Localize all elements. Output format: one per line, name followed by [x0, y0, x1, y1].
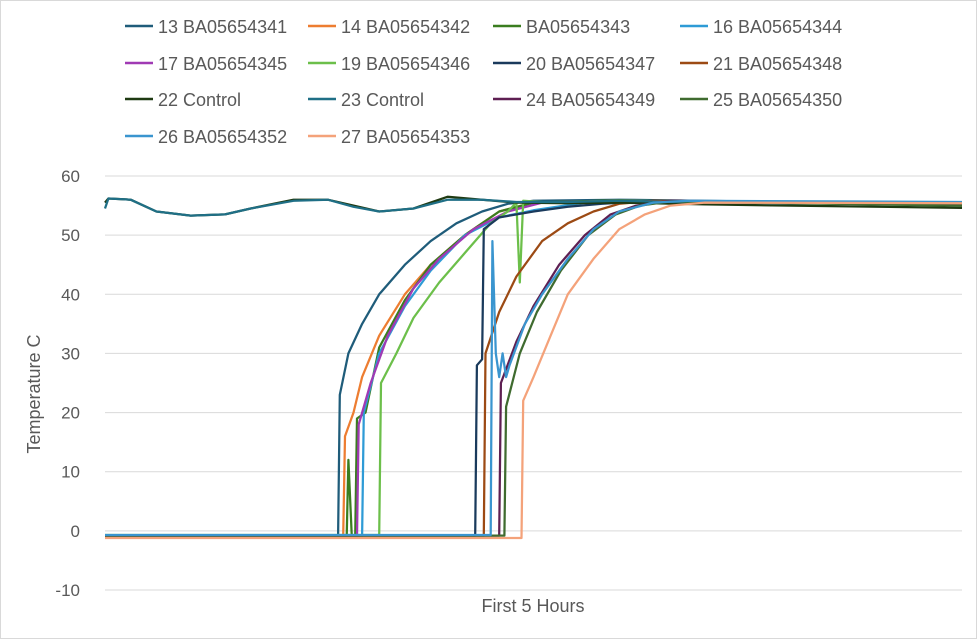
legend-label: 24 BA05654349 [526, 90, 655, 110]
legend-label: 22 Control [158, 90, 241, 110]
y-tick-label: 20 [61, 404, 80, 423]
y-tick-label: 60 [61, 167, 80, 186]
y-axis-label: Temperature C [24, 334, 44, 453]
series-line [105, 199, 963, 537]
legend-item: 16 BA05654344 [680, 17, 842, 37]
legend-item: 25 BA05654350 [680, 90, 842, 110]
legend-item: BA05654343 [493, 17, 630, 37]
series-line [105, 199, 963, 537]
y-tick-label: 40 [61, 285, 80, 304]
legend-item: 19 BA05654346 [308, 54, 470, 74]
x-axis-label: First 5 Hours [481, 596, 584, 616]
series-line [105, 199, 963, 538]
legend-label: 19 BA05654346 [341, 54, 470, 74]
y-tick-label: 30 [61, 344, 80, 363]
legend-item: 24 BA05654349 [493, 90, 655, 110]
y-tick-label: -10 [55, 581, 80, 600]
legend-item: 20 BA05654347 [493, 54, 655, 74]
legend-label: 25 BA05654350 [713, 90, 842, 110]
legend: 13 BA05654341 14 BA05654342 BA05654343 16 B… [125, 17, 842, 147]
line-chart: 13 BA05654341 14 BA05654342 BA05654343 16 B… [24, 17, 963, 616]
y-tick-label: 0 [71, 522, 80, 541]
legend-label: 20 BA05654347 [526, 54, 655, 74]
series-line [105, 199, 963, 537]
series-line [105, 199, 963, 537]
series-line [105, 199, 963, 537]
y-tick-label: 50 [61, 226, 80, 245]
legend-item: 27 BA05654353 [308, 127, 470, 147]
legend-label: 26 BA05654352 [158, 127, 287, 147]
legend-item: 13 BA05654341 [125, 17, 287, 37]
legend-label: 16 BA05654344 [713, 17, 842, 37]
legend-label: 23 Control [341, 90, 424, 110]
legend-label: 27 BA05654353 [341, 127, 470, 147]
legend-item: 14 BA05654342 [308, 17, 470, 37]
legend-item: 26 BA05654352 [125, 127, 287, 147]
legend-label: 21 BA05654348 [713, 54, 842, 74]
legend-item: 22 Control [125, 90, 241, 110]
series-line [105, 198, 963, 537]
legend-label: 13 BA05654341 [158, 17, 287, 37]
legend-label: 17 BA05654345 [158, 54, 287, 74]
y-tick-label: 10 [61, 463, 80, 482]
legend-label: BA05654343 [526, 17, 630, 37]
series-line [105, 199, 963, 537]
legend-item: 21 BA05654348 [680, 54, 842, 74]
legend-item: 23 Control [308, 90, 424, 110]
legend-label: 14 BA05654342 [341, 17, 470, 37]
plot-area [103, 195, 963, 540]
legend-item: 17 BA05654345 [125, 54, 287, 74]
